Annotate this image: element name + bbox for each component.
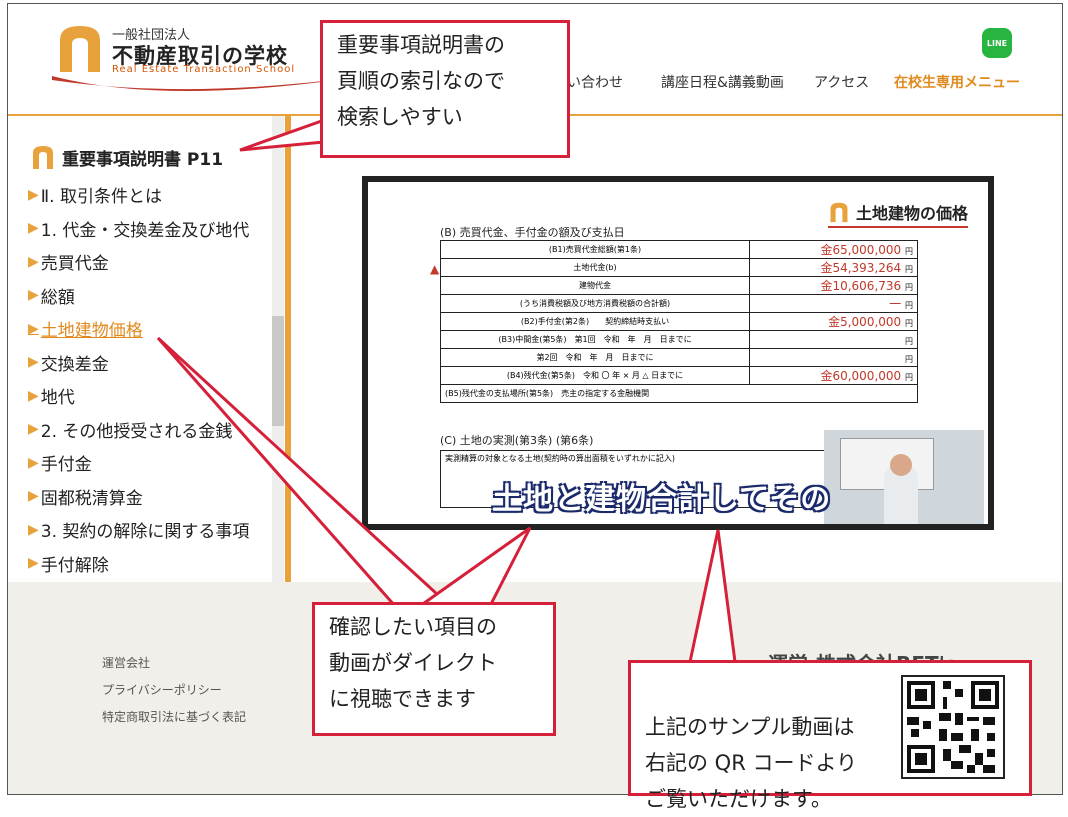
presenter-face xyxy=(890,454,912,476)
nav-member-menu[interactable]: 在校生専用メニュー xyxy=(894,72,1020,92)
scrollbar-thumb[interactable] xyxy=(272,316,284,426)
callout-qr-text: 上記のサンプル動画は 右記の QR コードより ご覧いただけます。 xyxy=(645,715,858,811)
sidebar-title: 重要事項説明書 P11 xyxy=(30,144,223,170)
triangle-right-icon: ▶ xyxy=(28,421,39,438)
row-value: 金5,000,000 円 xyxy=(749,312,918,331)
index-item-active[interactable]: ▶ 土地建物価格 xyxy=(28,312,249,346)
row-value: 金60,000,000 円 xyxy=(749,366,918,385)
triangle-right-icon: ▶ xyxy=(28,220,39,237)
index-item-label: 総額 xyxy=(40,287,75,308)
callout-index: 重要事項説明書の 頁順の索引なので 検索しやすい xyxy=(320,20,570,158)
index-item-label: 交換差金 xyxy=(40,354,109,375)
slide-title: 土地建物の価格 xyxy=(827,200,968,228)
table-row: (B3)中間金(第5条) 第1回 令和 年 月 日までに 円 xyxy=(440,330,918,349)
footer-link-legal[interactable]: 特定商取引法に基づく表記 xyxy=(102,708,246,725)
slide-section-b: (B) 売買代金、手付金の額及び支払日 xyxy=(440,226,625,239)
row-label: 第2回 令和 年 月 日までに xyxy=(440,348,750,367)
index-item-label: 手付金 xyxy=(40,455,92,476)
index-item[interactable]: ▶ 総額 xyxy=(28,279,249,313)
row-value: 円 xyxy=(749,330,918,349)
slide-section-c: (C) 土地の実測(第3条) (第6条) xyxy=(440,434,594,447)
index-item[interactable]: ▶ 交換差金 xyxy=(28,346,249,380)
table-row: 建物代金 金10,606,736 円 xyxy=(440,276,918,295)
row-label: (B5)残代金の支払場所(第5条) 売主の指定する金融機関 xyxy=(440,384,918,403)
lecture-video-player[interactable]: 土地建物の価格 (B) 売買代金、手付金の額及び支払日 (B1)売買代金総額(第… xyxy=(362,176,994,530)
qr-code-icon[interactable] xyxy=(901,675,1005,779)
triangle-right-icon: ▶ xyxy=(28,186,39,203)
footer-link-company[interactable]: 運営会社 xyxy=(102,654,150,671)
triangle-right-icon: ▶ xyxy=(28,320,39,337)
triangle-right-icon: ▶ xyxy=(28,488,39,505)
index-item-label: 2. その他授受される金銭 xyxy=(40,421,233,442)
triangle-right-icon: ▶ xyxy=(28,287,39,304)
sidebar-accent-bar xyxy=(285,116,291,582)
triangle-right-icon: ▶ xyxy=(28,454,39,471)
nav-schedule[interactable]: 講座日程&講義動画 xyxy=(661,72,784,92)
table-row: (うち消費税額及び地方消費税額の合計額) 一 円 xyxy=(440,294,918,313)
table-row: 土地代金(b) 金54,393,264 円 xyxy=(440,258,918,277)
index-item[interactable]: ▶ 1. 代金・交換差金及び地代 xyxy=(28,212,249,246)
row-label: (B1)売買代金総額(第1条) xyxy=(440,240,750,259)
triangle-right-icon: ▶ xyxy=(28,354,39,371)
row-value: 金65,000,000 円 xyxy=(749,240,918,259)
table-row: (B1)売買代金総額(第1条) 金65,000,000 円 xyxy=(440,240,918,259)
video-subtitle: 土地と建物合計してその xyxy=(492,482,832,517)
row-label: (うち消費税額及び地方消費税額の合計額) xyxy=(440,294,750,313)
table-row: (B2)手付金(第2条) 契約締結時支払い 金5,000,000 円 xyxy=(440,312,918,331)
line-icon[interactable]: LINE xyxy=(982,28,1012,58)
callout-qr: 上記のサンプル動画は 右記の QR コードより ご覧いただけます。 xyxy=(628,660,1032,811)
row-label: (B3)中間金(第5条) 第1回 令和 年 月 日までに xyxy=(440,330,750,349)
school-logo-icon xyxy=(33,146,53,169)
school-logo-icon xyxy=(830,202,848,223)
row-label: (B4)残代金(第5条) 令和 〇 年 × 月 △ 日までに xyxy=(440,366,750,385)
index-item-label: 3. 契約の解除に関する事項 xyxy=(40,522,250,543)
index-item[interactable]: ▶ 地代 xyxy=(28,379,249,413)
footer-link-privacy[interactable]: プライバシーポリシー xyxy=(102,681,222,698)
sidebar-title-text: 重要事項説明書 P11 xyxy=(62,149,224,170)
row-value: 金54,393,264 円 xyxy=(749,258,918,277)
row-value: 一 円 xyxy=(749,294,918,313)
price-table: (B1)売買代金総額(第1条) 金65,000,000 円 土地代金(b) 金54,… xyxy=(440,240,918,403)
index-item[interactable]: ▶ 売買代金 xyxy=(28,245,249,279)
index-item-label: 1. 代金・交換差金及び地代 xyxy=(40,220,250,241)
table-row: (B5)残代金の支払場所(第5条) 売主の指定する金融機関 xyxy=(440,384,918,403)
index-item[interactable]: ▶ 手付解除 xyxy=(28,547,249,581)
index-item[interactable]: ▶ Ⅱ. 取引条件とは xyxy=(28,178,249,212)
index-item[interactable]: ▶ 2. その他授受される金銭 xyxy=(28,413,249,447)
index-item-label: 地代 xyxy=(40,388,75,409)
index-sidebar: 重要事項説明書 P11 ▶ Ⅱ. 取引条件とは ▶ 1. 代金・交換差金及び地代 ▶… xyxy=(8,116,284,582)
slide-title-text: 土地建物の価格 xyxy=(855,204,968,223)
index-item[interactable]: ▶ 固都税清算金 xyxy=(28,480,249,514)
presenter-thumbnail xyxy=(824,430,984,524)
row-value: 金10,606,736 円 xyxy=(749,276,918,295)
row-label: 土地代金(b) xyxy=(440,258,750,277)
video-slide: 土地建物の価格 (B) 売買代金、手付金の額及び支払日 (B1)売買代金総額(第… xyxy=(368,182,988,524)
triangle-right-icon: ▶ xyxy=(28,521,39,538)
index-item-label: Ⅱ. 取引条件とは xyxy=(40,187,162,208)
index-item-label: 手付解除 xyxy=(40,555,109,576)
index-list: ▶ Ⅱ. 取引条件とは ▶ 1. 代金・交換差金及び地代 ▶ 売買代金 ▶ 総額 ▶ 土地… xyxy=(28,178,249,580)
mouse-cursor-icon: ▲ xyxy=(430,262,440,276)
index-item-label: 固都税清算金 xyxy=(40,488,143,509)
triangle-right-icon: ▶ xyxy=(28,555,39,572)
triangle-right-icon: ▶ xyxy=(28,253,39,270)
index-item[interactable]: ▶ 3. 契約の解除に関する事項 xyxy=(28,513,249,547)
sidebar-scrollbar[interactable] xyxy=(272,116,284,582)
table-row: 第2回 令和 年 月 日までに 円 xyxy=(440,348,918,367)
row-label: (B2)手付金(第2条) 契約締結時支払い xyxy=(440,312,750,331)
nav-access[interactable]: アクセス xyxy=(814,72,869,92)
index-item-label: 土地建物価格 xyxy=(40,321,143,342)
table-row: (B4)残代金(第5条) 令和 〇 年 × 月 △ 日までに 金60,000,00… xyxy=(440,366,918,385)
index-item-label: 売買代金 xyxy=(40,254,109,275)
index-item[interactable]: ▶ 手付金 xyxy=(28,446,249,480)
row-value: 円 xyxy=(749,348,918,367)
triangle-right-icon: ▶ xyxy=(28,387,39,404)
row-label: 建物代金 xyxy=(440,276,750,295)
callout-direct: 確認したい項目の 動画がダイレクト に視聴できます xyxy=(312,602,556,736)
